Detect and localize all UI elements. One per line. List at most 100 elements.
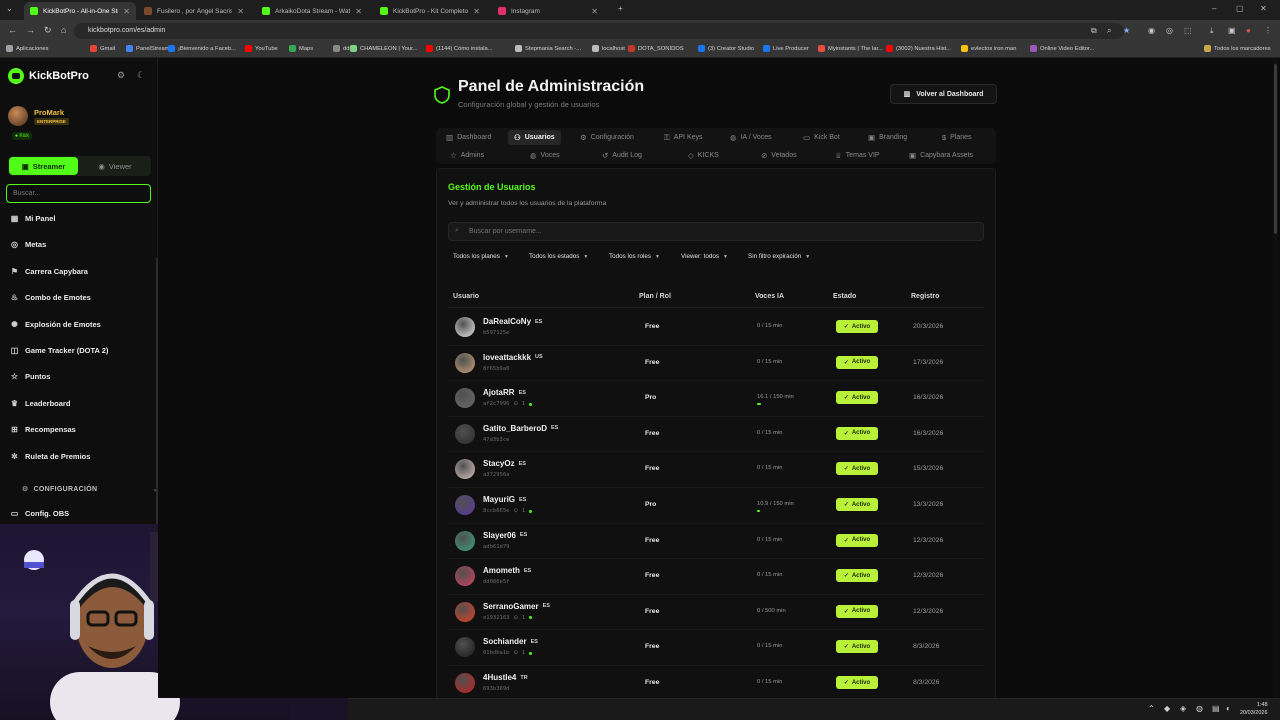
bookmark-item[interactable]: Stepmania Search -... <box>515 45 581 52</box>
brand[interactable]: KickBotPro <box>8 68 89 84</box>
column-header[interactable]: Usuario <box>453 293 479 300</box>
minimize-icon[interactable]: – <box>1212 4 1216 13</box>
bookmark-item[interactable]: ¡Bienvenido a Faceb... <box>168 45 236 52</box>
status-badge[interactable]: ✓ Activo <box>836 320 878 333</box>
browser-tab[interactable]: KickBotPro - All-in-One Stream... ✕ <box>24 2 136 20</box>
new-tab-icon[interactable]: + <box>618 4 623 13</box>
tray-wifi-icon[interactable]: ◈ <box>1180 704 1186 713</box>
bookmark-item[interactable]: CHAMELEON | Your... <box>350 45 418 52</box>
tab-ia-voces[interactable]: ◍ IA / Voces <box>724 130 778 145</box>
bookmark-star-icon[interactable]: ★ <box>1123 26 1130 35</box>
table-row[interactable]: SerranoGamer ES e1932163 ⊙ 1 Free 0 / 500 min ✓… <box>448 595 984 631</box>
sidebar-item-leaderboard[interactable]: ♛ Leaderboard <box>10 399 71 408</box>
page-scrollbar-thumb[interactable] <box>1274 64 1277 234</box>
tab-vetados[interactable]: ⊘ Vetados <box>755 148 803 163</box>
tab-close-icon[interactable]: ✕ <box>591 7 598 16</box>
bookmark-item[interactable]: ddr <box>333 45 351 52</box>
tab-voces[interactable]: ◍ Voces <box>524 148 566 163</box>
tab-kick-bot[interactable]: ▭ Kick Bot <box>797 130 846 145</box>
bookmark-item[interactable]: (3002) Nuestra Hist... <box>886 45 951 52</box>
forward-icon[interactable]: → <box>26 25 35 35</box>
bookmark-item[interactable]: evlectos iron man <box>961 45 1016 52</box>
tab-dashboard[interactable]: ▥ Dashboard <box>440 130 497 145</box>
tab-usuarios[interactable]: ⚇ Usuarios <box>508 130 561 145</box>
table-row[interactable]: StacyOz ES a372956a Free 0 / 15 min ✓ Activo 15… <box>448 452 984 488</box>
status-badge[interactable]: ✓ Activo <box>836 676 878 689</box>
sidebar-item-mi-panel[interactable]: ▦ Mi Panel <box>10 214 56 223</box>
browser-tab[interactable]: Instagram ✕ <box>492 2 604 20</box>
sidebar-search-input[interactable] <box>6 184 151 203</box>
tray-app-icon[interactable]: ◆ <box>1164 704 1170 713</box>
zoom-icon[interactable]: ⌕ <box>1107 26 1111 36</box>
status-badge[interactable]: ✓ Activo <box>836 426 878 440</box>
bookmark-item[interactable]: DOTA_SONIDOS <box>628 45 684 52</box>
tab-configuraci-n[interactable]: ⚙ Configuración <box>574 130 640 145</box>
tray-mic-icon[interactable]: ◍ <box>1196 704 1203 713</box>
status-badge[interactable]: ✓ Activo <box>836 640 878 654</box>
status-badge[interactable]: ✓ Activo <box>836 391 878 405</box>
back-to-dashboard-button[interactable]: ▥ Volver al Dashboard <box>890 84 997 104</box>
filter-select[interactable]: Todos los planes ▼ <box>453 253 509 260</box>
tray-network-icon[interactable]: ▤ <box>1212 704 1220 713</box>
clock[interactable]: 1:48 20/03/2026 <box>1240 702 1268 717</box>
table-row[interactable]: MayuriG ES 8ccb665e ⊙ 1 Pro 10.9 / 150 min ✓ Act… <box>448 488 984 524</box>
filter-select[interactable]: Viewer: todos ▼ <box>681 253 728 260</box>
tab-branding[interactable]: ▣ Branding <box>862 130 913 145</box>
tab-search-icon[interactable]: ⌄ <box>6 4 13 13</box>
bookmark-item[interactable]: Gmail <box>90 45 115 52</box>
status-badge[interactable]: ✓ Activo <box>836 462 878 476</box>
reload-icon[interactable]: ↻ <box>44 25 52 36</box>
filter-select[interactable]: Sin filtro expiración ▼ <box>748 253 810 260</box>
extension-icon[interactable]: ◉ <box>1148 26 1155 35</box>
sidebar-item-puntos[interactable]: ☆ Puntos <box>10 372 51 381</box>
tab-close-icon[interactable]: ✕ <box>123 7 130 16</box>
status-badge[interactable]: ✓ Activo <box>836 498 878 511</box>
table-row[interactable]: DaRealCoNy ES b597125e Free 0 / 15 min ✓ Activ… <box>448 310 984 346</box>
bookmark-item[interactable]: (1144) Cómo instala... <box>426 45 493 52</box>
sidebar-item-config-obs[interactable]: ▭ Config. OBS <box>10 509 69 518</box>
sidebar-item-game-tracker-dota-2[interactable]: ◫ Game Tracker (DOTA 2) <box>10 346 109 355</box>
status-badge[interactable]: ✓ Activo <box>836 569 878 583</box>
tab-temas-vip[interactable]: ♕ Temas VIP <box>829 148 886 163</box>
theme-moon-icon[interactable]: ☾ <box>137 70 145 81</box>
install-icon[interactable]: ⧉ <box>1091 26 1097 36</box>
status-badge[interactable]: ✓ Activo <box>836 604 878 618</box>
sidebar-item-carrera-capybara[interactable]: ⚑ Carrera Capybara <box>10 267 88 276</box>
settings-icon[interactable]: ⚙ <box>117 70 125 81</box>
maximize-icon[interactable]: ▢ <box>1236 4 1244 13</box>
extension2-icon[interactable]: ◎ <box>1166 26 1173 35</box>
streamer-mode-button[interactable]: ▣ Streamer <box>9 157 78 175</box>
sidebar-item-recompensas[interactable]: ⊞ Recompensas <box>10 425 76 434</box>
tray-volume-icon[interactable]: ◐ <box>1226 704 1231 713</box>
menu-icon[interactable]: ⋮ <box>1264 26 1272 35</box>
tab-close-icon[interactable]: ✕ <box>355 7 362 16</box>
table-row[interactable]: AjotaRR ES af2c7996 ⊙ 1 Pro 16.1 / 150 min ✓ Act… <box>448 381 984 417</box>
tab-audit-log[interactable]: ↺ Audit Log <box>596 148 648 163</box>
browser-tab[interactable]: KickBotPro - Kit Completo de ... ✕ <box>374 2 486 20</box>
table-row[interactable]: Amometh ES dd086e5f Free 0 / 15 min ✓ Activo 12… <box>448 559 984 595</box>
tray-chevron-icon[interactable]: ⌃ <box>1148 704 1155 713</box>
home-icon[interactable]: ⌂ <box>61 25 66 35</box>
bookmark-item[interactable]: (3) Creator Studio <box>698 45 754 52</box>
table-row[interactable]: 4Hustle4 TR 693b369d Free 0 / 15 min ✓ Activo 8… <box>448 666 984 702</box>
sidepanel-icon[interactable]: ▣ <box>1228 26 1236 35</box>
bookmark-item[interactable]: localhost <box>592 45 625 52</box>
extensions-icon[interactable]: ⬚ <box>1184 26 1192 35</box>
column-header[interactable]: Voces IA <box>755 293 784 300</box>
profile-icon[interactable]: ● <box>1246 26 1251 35</box>
column-header[interactable]: Estado <box>833 293 856 300</box>
table-row[interactable]: loveattackkk US 8f65b9a0 Free 0 / 15 min ✓ Act… <box>448 346 984 382</box>
status-badge[interactable]: ✓ Activo <box>836 355 878 369</box>
browser-tab[interactable]: ArkaikoDota Stream - Watch Li... ✕ <box>256 2 368 20</box>
sidebar-item-metas[interactable]: ◎ Metas <box>10 240 46 249</box>
tab-admins[interactable]: ☆ Admins <box>444 148 490 163</box>
bookmark-item[interactable]: Aplicaciones <box>6 45 49 52</box>
table-row[interactable]: Slayer06 ES adb61d79 Free 0 / 15 min ✓ Activo 1… <box>448 524 984 560</box>
all-bookmarks[interactable]: Todos los marcadores <box>1204 45 1271 52</box>
sidebar-item-ruleta-de-premios[interactable]: ✲ Ruleta de Premios <box>10 452 90 461</box>
bookmark-item[interactable]: PanelStream <box>126 45 170 52</box>
tab-kicks[interactable]: ◇ KICKS <box>682 148 725 163</box>
bookmark-item[interactable]: Myinstants | The lar... <box>818 45 883 52</box>
url-field[interactable]: kickbotpro.com/es/admin <box>74 23 1124 39</box>
tab-close-icon[interactable]: ✕ <box>473 7 480 16</box>
